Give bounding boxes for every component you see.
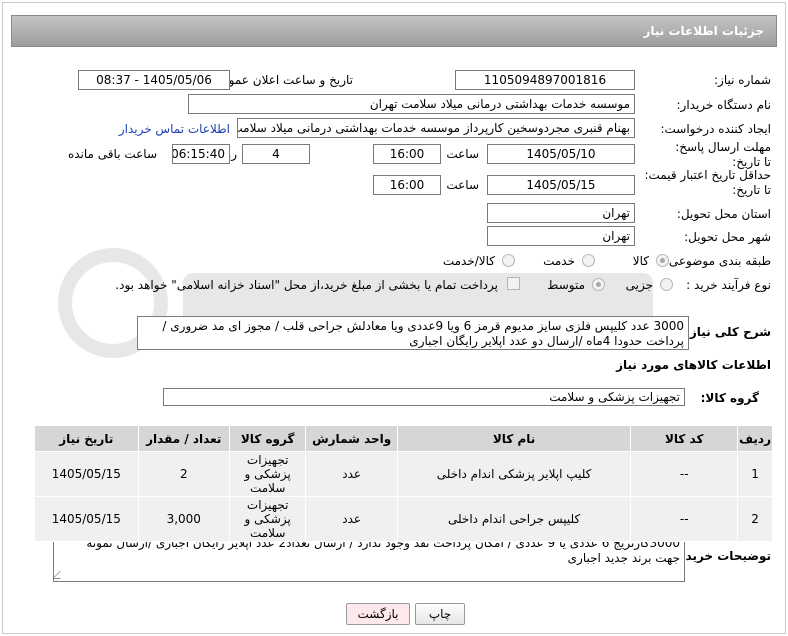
city-value: تهران: [487, 226, 635, 246]
treasury-payment-note: پرداخت تمام یا بخشی از مبلغ خرید،از محل …: [115, 278, 498, 292]
description-text: 3000 عدد کلیپس فلزی سایز مدیوم قرمز 6 وی…: [137, 316, 689, 350]
deadline-date-value: 1405/05/10: [487, 144, 635, 164]
announce-date-value: 1405/05/06 - 08:37: [78, 70, 230, 90]
table-header-row: ردیف کد کالا نام کالا واحد شمارش گروه کا…: [34, 425, 773, 452]
cell-code: --: [630, 451, 739, 497]
col-group: گروه کالا: [228, 425, 307, 452]
col-unit: واحد شمارش: [305, 425, 398, 452]
category-service-label: خدمت: [543, 254, 575, 268]
process-minor-label: جزیی: [625, 278, 653, 292]
deadline-label: مهلت ارسال پاسخ: تا تاریخ:: [675, 140, 771, 169]
city-label: شهر محل تحویل:: [684, 230, 771, 244]
cell-name: کلیپس جراحی اندام داخلی: [396, 496, 632, 542]
category-service-radio[interactable]: [582, 254, 595, 267]
buyer-org-value: موسسه خدمات بهداشتی درمانی میلاد سلامت ت…: [188, 94, 635, 114]
category-goods-service-radio[interactable]: [502, 254, 515, 267]
cell-date: 1405/05/15: [34, 496, 139, 542]
cell-group: تجهیزات پزشکی و سلامت: [228, 451, 307, 497]
province-label: استان محل تحویل:: [676, 207, 771, 221]
category-goods-label: کالا: [632, 254, 649, 268]
need-number-label: شماره نیاز:: [714, 73, 771, 87]
page-title: جزئیات اطلاعات نیاز: [11, 15, 777, 47]
category-goods-radio[interactable]: [656, 254, 669, 267]
creator-value: بهنام قنبری مجردوسخین کارپرداز موسسه خدم…: [237, 118, 635, 138]
goods-info-title: اطلاعات کالاهای مورد نیاز: [616, 358, 771, 372]
cell-row: 2: [737, 496, 773, 542]
col-code: کد کالا: [630, 425, 739, 452]
goods-table: ردیف کد کالا نام کالا واحد شمارش گروه کا…: [34, 425, 773, 542]
price-validity-date-value: 1405/05/15: [487, 175, 635, 195]
cell-quantity: 3,000: [137, 496, 230, 542]
process-medium-label: متوسط: [547, 278, 585, 292]
price-validity-label: حداقل تاریخ اعتبار قیمت: تا تاریخ:: [644, 168, 771, 197]
cell-unit: عدد: [305, 496, 398, 542]
cell-quantity: 2: [137, 451, 230, 497]
cell-name: کلیپ اپلایر پزشکی اندام داخلی: [396, 451, 632, 497]
goods-group-value: تجهیزات پزشکی و سلامت: [163, 388, 685, 406]
treasury-payment-checkbox[interactable]: [507, 277, 520, 290]
buyer-contact-link[interactable]: اطلاعات تماس خریدار: [119, 122, 230, 136]
back-button[interactable]: بازگشت: [346, 603, 410, 625]
buyer-org-label: نام دستگاه خریدار:: [676, 98, 772, 112]
cell-code: --: [630, 496, 739, 542]
process-minor-radio[interactable]: [660, 278, 673, 291]
remaining-time-label: ساعت باقی مانده: [67, 147, 157, 161]
description-label: شرح کلی نیاز:: [685, 325, 771, 339]
cell-date: 1405/05/15: [34, 451, 139, 497]
print-button[interactable]: چاپ: [415, 603, 465, 625]
creator-label: ایجاد کننده درخواست:: [660, 122, 771, 136]
price-validity-time-value: 16:00: [373, 175, 441, 195]
goods-group-label: گروه کالا:: [700, 391, 759, 405]
cell-group: تجهیزات پزشکی و سلامت: [228, 496, 307, 542]
category-goods-service-label: کالا/خدمت: [442, 254, 495, 268]
process-type-label: نوع فرآیند خرید :: [686, 278, 771, 292]
days-value: 4: [242, 144, 310, 164]
category-label: طبقه بندی موضوعی:: [664, 254, 771, 268]
deadline-time-value: 16:00: [373, 144, 441, 164]
resize-handle-icon[interactable]: [54, 571, 68, 579]
remaining-time-value: 06:15:40: [172, 144, 230, 164]
col-quantity: تعداد / مقدار: [137, 425, 230, 452]
process-medium-radio[interactable]: [592, 278, 605, 291]
table-row: 1 -- کلیپ اپلایر پزشکی اندام داخلی عدد ت…: [34, 451, 773, 497]
need-number-value: 1105094897001816: [455, 70, 635, 90]
cell-row: 1: [737, 451, 773, 497]
province-value: تهران: [487, 203, 635, 223]
table-row: 2 -- کلیپس جراحی اندام داخلی عدد تجهیزات…: [34, 496, 773, 542]
col-name: نام کالا: [396, 425, 632, 452]
cell-unit: عدد: [305, 451, 398, 497]
deadline-time-label: ساعت: [446, 147, 479, 161]
col-date: تاریخ نیاز: [34, 425, 139, 452]
price-validity-time-label: ساعت: [446, 178, 479, 192]
col-row: ردیف: [737, 425, 773, 452]
